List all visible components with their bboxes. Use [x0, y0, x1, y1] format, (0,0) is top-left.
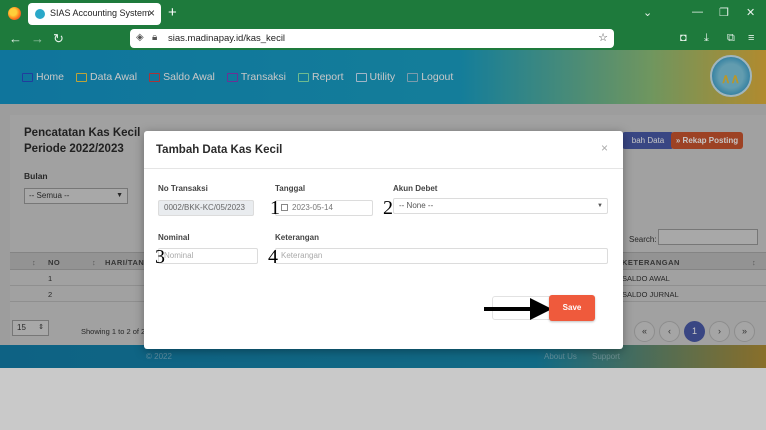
step-number-3: 3 — [155, 246, 165, 268]
minimize-icon[interactable]: — — [692, 6, 703, 18]
extensions-icon[interactable]: ⧉ — [727, 32, 735, 45]
menu-icon[interactable]: ≡ — [748, 32, 754, 44]
save-button[interactable]: Save — [549, 295, 595, 321]
no-transaksi-label: No Transaksi — [158, 184, 208, 193]
close-window-icon[interactable]: ✕ — [746, 6, 755, 19]
reload-icon[interactable]: ↻ — [53, 31, 64, 47]
bookmark-star-icon[interactable]: ☆ — [598, 31, 608, 44]
keterangan-placeholder: Keterangan — [281, 251, 323, 260]
tanggal-field[interactable]: 2023-05-14 — [275, 200, 373, 216]
modal-divider — [144, 168, 623, 169]
keterangan-label: Keterangan — [275, 233, 320, 242]
download-icon[interactable]: ⤓ — [704, 32, 709, 45]
navigation-bar: ← → ↻ ◈ 🔒︎ sias.madinapay.id/kas_kecil ☆… — [0, 27, 766, 50]
step-number-2: 2 — [383, 197, 393, 219]
back-icon[interactable]: ← — [9, 31, 22, 46]
tanggal-label: Tanggal — [275, 184, 306, 193]
shield-icon[interactable]: ◈ — [136, 32, 144, 43]
address-bar[interactable]: ◈ 🔒︎ sias.madinapay.id/kas_kecil ☆ — [130, 29, 614, 48]
no-transaksi-field[interactable]: 0002/BKK-KC/05/2023 — [158, 200, 254, 216]
step-number-1: 1 — [270, 197, 280, 219]
modal-title: Tambah Data Kas Kecil — [156, 144, 283, 156]
akun-debet-select[interactable]: -- None -- ▼ — [393, 198, 608, 214]
url-text[interactable]: sias.madinapay.id/kas_kecil — [168, 33, 285, 44]
akun-debet-label: Akun Debet — [393, 184, 438, 193]
pocket-icon[interactable]: ◘ — [680, 32, 687, 44]
nominal-label: Nominal — [158, 233, 190, 242]
step-number-4: 4 — [268, 246, 278, 268]
chevron-down-icon: ▼ — [597, 203, 603, 209]
lock-icon[interactable]: 🔒︎ — [152, 32, 157, 43]
forward-icon[interactable]: → — [31, 31, 44, 46]
nominal-placeholder: Nominal — [164, 251, 194, 260]
site-favicon-icon — [35, 9, 45, 19]
close-tab-icon[interactable]: × — [148, 6, 155, 20]
browser-tab[interactable]: SIAS Accounting System × — [28, 3, 161, 25]
new-tab-icon[interactable]: + — [168, 4, 177, 21]
arrow-pointer-icon — [484, 298, 552, 320]
close-icon[interactable]: × — [601, 141, 608, 155]
tab-list-icon[interactable]: ⌄ — [643, 6, 652, 19]
browser-window: SIAS Accounting System × + ⌄ — ❐ ✕ ← → ↻… — [0, 0, 766, 430]
keterangan-input[interactable]: Keterangan — [275, 248, 608, 264]
calendar-icon — [281, 204, 288, 211]
tambah-kas-kecil-modal: Tambah Data Kas Kecil × No Transaksi 000… — [144, 131, 623, 349]
akun-debet-value: -- None -- — [399, 201, 434, 210]
firefox-icon[interactable] — [8, 7, 21, 20]
nominal-input[interactable]: Nominal — [158, 248, 258, 264]
tab-bar: SIAS Accounting System × + ⌄ — ❐ ✕ — [0, 0, 766, 27]
tanggal-value: 2023-05-14 — [292, 203, 333, 212]
tab-title: SIAS Accounting System — [50, 8, 150, 18]
maximize-icon[interactable]: ❐ — [719, 6, 729, 19]
